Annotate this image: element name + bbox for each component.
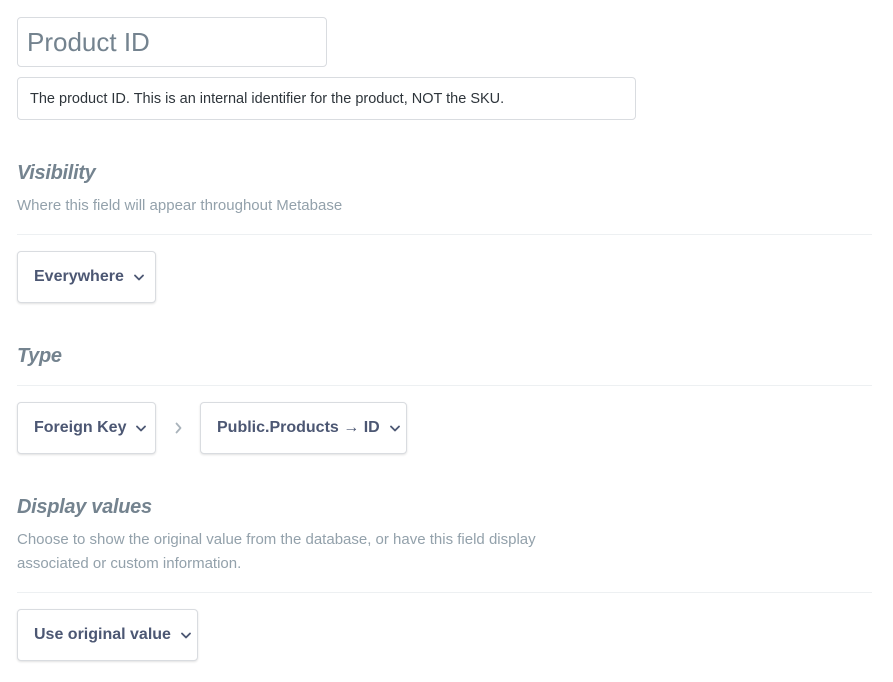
chevron-right-icon — [172, 420, 184, 436]
visibility-divider — [17, 234, 872, 235]
visibility-select[interactable]: Everywhere — [17, 251, 156, 303]
field-description-input[interactable] — [17, 77, 636, 120]
display-values-select[interactable]: Use original value — [17, 609, 198, 661]
visibility-select-label: Everywhere — [34, 268, 124, 285]
visibility-description: Where this field will appear throughout … — [17, 197, 343, 214]
display-values-description-line2: associated or custom information. — [17, 555, 242, 572]
foreign-key-target-select[interactable]: Public.Products → ID — [200, 402, 407, 454]
field-type-select-label: Foreign Key — [34, 419, 127, 436]
field-settings-page: Visibility Where this field will appear … — [0, 0, 893, 682]
field-name-input[interactable] — [17, 17, 327, 67]
chevron-down-icon — [136, 423, 147, 433]
chevron-down-icon — [181, 630, 191, 640]
chevron-down-icon — [133, 272, 144, 282]
display-values-title: Display values — [17, 496, 152, 518]
display-values-select-label: Use original value — [34, 626, 171, 643]
display-values-divider — [17, 592, 872, 593]
chevron-down-icon — [389, 423, 400, 433]
visibility-title: Visibility — [17, 162, 96, 184]
display-values-description-line1: Choose to show the original value from t… — [17, 531, 536, 548]
type-divider — [17, 385, 872, 386]
field-type-select[interactable]: Foreign Key — [17, 402, 156, 454]
foreign-key-target-label: Public.Products → ID — [217, 419, 380, 436]
type-title: Type — [17, 345, 62, 367]
